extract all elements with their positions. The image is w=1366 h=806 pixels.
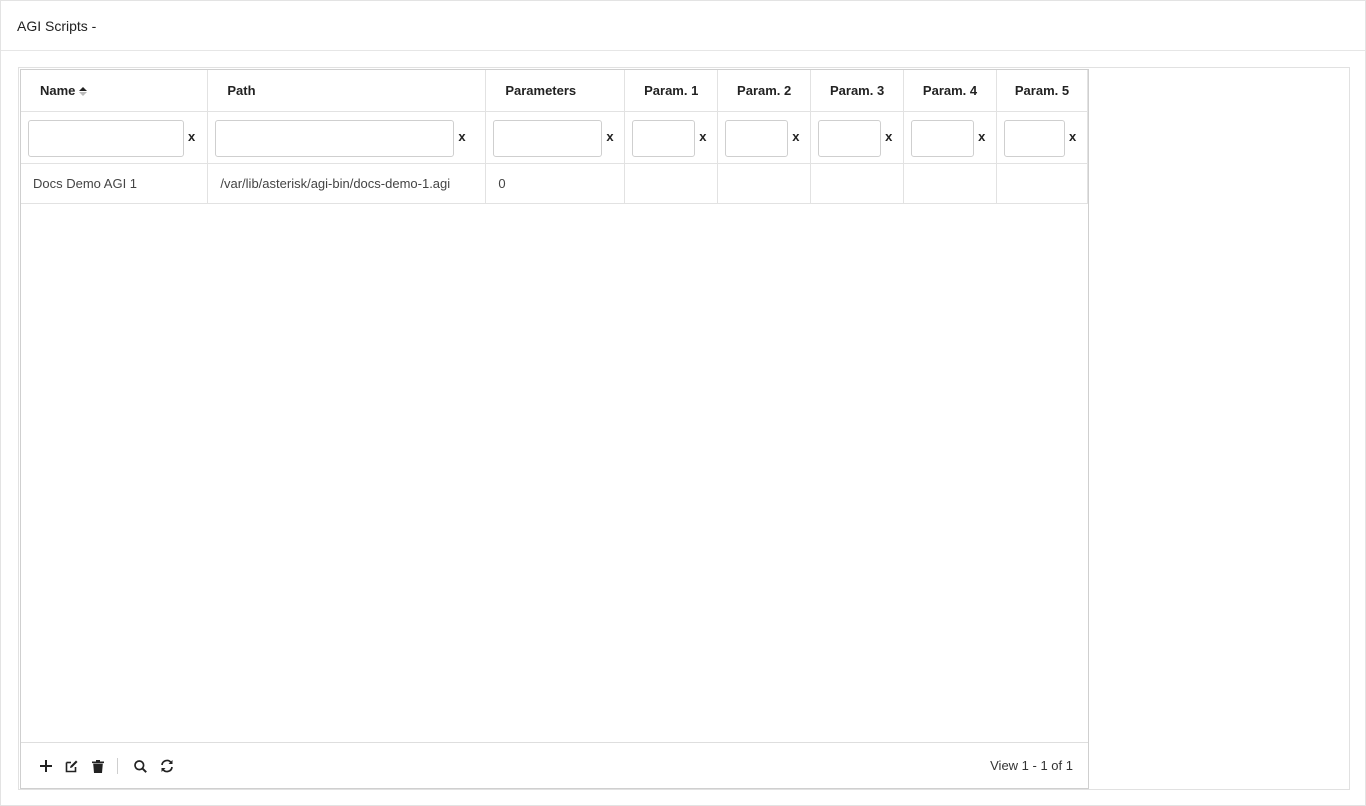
filter-cell-path: x: [207, 111, 487, 164]
filter-clear-param3[interactable]: x: [885, 129, 892, 144]
column-header-param1[interactable]: Param. 1: [624, 70, 719, 112]
cell-name[interactable]: Docs Demo AGI 1: [21, 163, 209, 204]
filter-clear-param4[interactable]: x: [978, 129, 985, 144]
filter-cell-parameters: x: [485, 111, 626, 164]
filter-input-name[interactable]: [28, 119, 184, 157]
column-header-label: Param. 4: [922, 82, 978, 98]
filter-cell-param4: x: [903, 111, 997, 164]
filter-cell-param2: x: [717, 111, 812, 164]
filter-cell-param1: x: [624, 111, 719, 164]
filter-clear-param2[interactable]: x: [792, 129, 799, 144]
column-header-parameters[interactable]: Parameters: [485, 70, 626, 112]
filter-row: x x x x x x x x: [21, 111, 1088, 164]
agi-scripts-grid: Name Path Parameters Param. 1 Param. 2 P…: [20, 69, 1089, 789]
cell-param3[interactable]: [810, 163, 905, 204]
column-header-label: Parameters: [505, 82, 577, 98]
filter-cell-param5: x: [996, 111, 1088, 164]
column-header-label: Param. 2: [737, 82, 792, 98]
column-header-param5[interactable]: Param. 5: [996, 70, 1088, 112]
header-row: Name Path Parameters Param. 1 Param. 2 P…: [21, 70, 1088, 112]
column-header-path[interactable]: Path: [207, 70, 487, 112]
filter-clear-name[interactable]: x: [188, 129, 195, 144]
filter-cell-param3: x: [810, 111, 905, 164]
filter-clear-parameters[interactable]: x: [606, 129, 613, 144]
column-header-label: Param. 5: [1014, 82, 1070, 98]
filter-input-param3[interactable]: [818, 119, 882, 157]
trash-icon: [92, 759, 104, 773]
column-header-label: Path: [227, 82, 256, 98]
column-header-label: Param. 1: [644, 82, 699, 98]
cell-parameters[interactable]: 0: [485, 163, 626, 204]
page: AGI Scripts - Name Path Parameters Param…: [0, 0, 1366, 806]
cell-param5[interactable]: [996, 163, 1088, 204]
sort-ascending-icon: [79, 86, 88, 97]
filter-clear-param5[interactable]: x: [1069, 129, 1076, 144]
grid-pager: View 1 - 1 of 1: [21, 742, 1088, 788]
filter-input-param2[interactable]: [725, 119, 789, 157]
grid-table: Name Path Parameters Param. 1 Param. 2 P…: [21, 70, 1088, 204]
add-icon: [40, 760, 52, 772]
content-panel: Name Path Parameters Param. 1 Param. 2 P…: [18, 67, 1350, 790]
column-header-label: Param. 3: [829, 82, 885, 98]
filter-clear-param1[interactable]: x: [699, 129, 706, 144]
cell-param1[interactable]: [624, 163, 719, 204]
page-header: AGI Scripts -: [1, 1, 1365, 51]
page-title: AGI Scripts -: [17, 18, 97, 34]
toolbar-separator: [117, 758, 118, 774]
cell-param2[interactable]: [717, 163, 812, 204]
filter-input-param1[interactable]: [632, 119, 696, 157]
cell-path[interactable]: /var/lib/asterisk/agi-bin/docs-demo-1.ag…: [207, 163, 487, 204]
refresh-icon: [161, 759, 173, 773]
refresh-button[interactable]: [158, 757, 176, 775]
cell-param4[interactable]: [903, 163, 997, 204]
filter-clear-path[interactable]: x: [458, 129, 465, 144]
edit-button[interactable]: [63, 757, 81, 775]
column-header-param2[interactable]: Param. 2: [717, 70, 812, 112]
filter-cell-name: x: [21, 111, 209, 164]
filter-input-param5[interactable]: [1004, 119, 1065, 157]
filter-input-param4[interactable]: [911, 119, 975, 157]
filter-input-path[interactable]: [215, 119, 455, 157]
search-icon: [133, 759, 147, 773]
column-header-param4[interactable]: Param. 4: [903, 70, 997, 112]
edit-icon: [65, 760, 78, 773]
table-row[interactable]: Docs Demo AGI 1 /var/lib/asterisk/agi-bi…: [21, 163, 1088, 204]
pager-info: View 1 - 1 of 1: [990, 758, 1073, 773]
column-header-label: Name: [40, 82, 76, 98]
search-button[interactable]: [131, 757, 149, 775]
add-button[interactable]: [37, 757, 55, 775]
column-header-param3[interactable]: Param. 3: [810, 70, 905, 112]
filter-input-parameters[interactable]: [493, 119, 603, 157]
column-header-name[interactable]: Name: [21, 70, 209, 112]
delete-button[interactable]: [89, 757, 107, 775]
